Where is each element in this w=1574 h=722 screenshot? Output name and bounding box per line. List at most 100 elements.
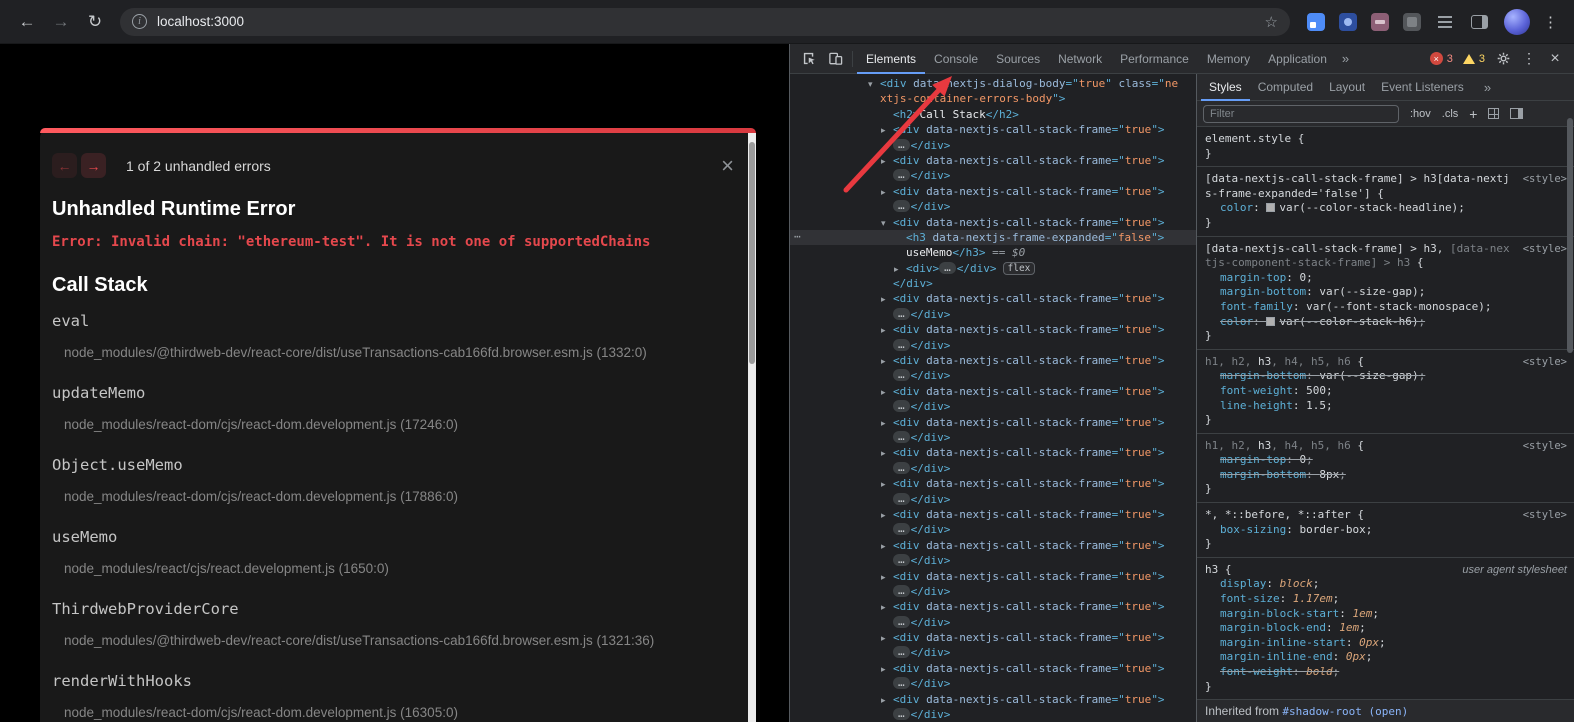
settings-gear-icon[interactable] [1490, 46, 1516, 72]
expand-inline-icon[interactable]: … [893, 431, 910, 443]
dom-tree-line[interactable]: ▾<div data-nextjs-call-stack-frame="true… [790, 215, 1196, 230]
rule-origin-link[interactable]: <style> [1523, 508, 1567, 523]
extension-icon-4[interactable] [1403, 13, 1421, 31]
style-property[interactable]: font-weight: bold; [1205, 665, 1566, 680]
new-style-rule-icon[interactable]: + [1469, 106, 1477, 122]
style-property[interactable]: margin-bottom: var(--size-gap); [1205, 285, 1566, 300]
expand-inline-icon[interactable]: … [893, 462, 910, 474]
sidebar-tab-computed[interactable]: Computed [1250, 74, 1321, 101]
dom-tree-line[interactable]: </div> [790, 276, 1196, 291]
dom-tree-line[interactable]: …</div> [790, 368, 1196, 383]
style-property[interactable]: font-weight: 500; [1205, 384, 1566, 399]
dom-tree-line[interactable]: ▾<div data-nextjs-dialog-body="true" cla… [790, 76, 1196, 91]
devtools-close-icon[interactable]: × [1542, 46, 1568, 72]
styles-scrollbar-thumb[interactable] [1567, 118, 1573, 353]
dom-tree-line[interactable]: …</div> [790, 676, 1196, 691]
rule-selector[interactable]: h1, h2, h3, h4, h5, h6 { [1205, 439, 1566, 454]
computed-panel-toggle-icon[interactable] [1510, 108, 1523, 119]
reload-button[interactable]: ↻ [78, 5, 112, 39]
expand-inline-icon[interactable]: … [893, 369, 910, 381]
error-badge[interactable]: × 3 [1430, 52, 1453, 65]
dom-tree-line[interactable]: …</div> [790, 584, 1196, 599]
expand-caret-icon[interactable]: ▸ [881, 386, 893, 401]
devtools-tab-memory[interactable]: Memory [1198, 44, 1259, 74]
dom-tree-line[interactable]: …</div> [790, 138, 1196, 153]
style-property[interactable]: color: var(--color-stack-h6); [1205, 315, 1566, 330]
previous-error-button[interactable]: ← [52, 153, 77, 178]
device-toolbar-icon[interactable] [822, 46, 848, 72]
style-property[interactable]: line-height: 1.5; [1205, 399, 1566, 414]
expand-inline-icon[interactable]: … [893, 708, 910, 720]
expand-inline-icon[interactable]: … [893, 339, 910, 351]
expand-caret-icon[interactable]: ▸ [881, 324, 893, 339]
dom-tree-line[interactable]: ▸<div data-nextjs-call-stack-frame="true… [790, 322, 1196, 337]
expand-inline-icon[interactable]: … [893, 585, 910, 597]
expand-inline-icon[interactable]: … [939, 262, 956, 274]
sidebar-more-tabs-icon[interactable]: » [1478, 80, 1497, 95]
dom-tree-line[interactable]: …</div> [790, 553, 1196, 568]
dom-tree-line[interactable]: …</div> [790, 338, 1196, 353]
dom-tree-line[interactable]: <h2>Call Stack</h2> [790, 107, 1196, 122]
dom-tree-line[interactable]: …</div> [790, 707, 1196, 722]
style-property[interactable]: margin-block-end: 1em; [1205, 621, 1566, 636]
warning-badge[interactable]: 3 [1463, 53, 1485, 65]
devtools-menu-icon[interactable]: ⋮ [1516, 46, 1542, 72]
dom-tree-line[interactable]: ▸<div data-nextjs-call-stack-frame="true… [790, 630, 1196, 645]
dom-tree-line[interactable]: …</div> [790, 492, 1196, 507]
style-property[interactable]: margin-block-start: 1em; [1205, 607, 1566, 622]
dom-tree-line[interactable]: ▸<div data-nextjs-call-stack-frame="true… [790, 122, 1196, 137]
dom-tree-line[interactable]: ▸<div>…</div>flex [790, 261, 1196, 276]
dom-tree-line[interactable]: …</div> [790, 615, 1196, 630]
expand-caret-icon[interactable]: ▸ [881, 632, 893, 647]
browser-menu-icon[interactable]: ⋮ [1543, 13, 1558, 31]
sidebar-tab-styles[interactable]: Styles [1201, 74, 1250, 101]
expand-caret-icon[interactable]: ▸ [881, 186, 893, 201]
inspect-element-icon[interactable] [796, 46, 822, 72]
site-info-icon[interactable]: i [132, 14, 147, 29]
color-swatch[interactable] [1266, 203, 1275, 212]
expand-caret-icon[interactable]: ▸ [881, 478, 893, 493]
dom-tree-line[interactable]: <h3 data-nextjs-frame-expanded="false"> [790, 230, 1196, 245]
expand-caret-icon[interactable]: ▸ [881, 417, 893, 432]
devtools-tab-elements[interactable]: Elements [857, 44, 925, 74]
extension-icon-3[interactable] [1371, 13, 1389, 31]
rule-origin-link[interactable]: user agent stylesheet [1462, 563, 1567, 578]
node-menu-icon[interactable]: ⋯ [794, 230, 802, 243]
dom-tree-line[interactable]: …</div> [790, 399, 1196, 414]
shadow-root-link[interactable]: #shadow-root (open) [1282, 705, 1408, 718]
next-error-button[interactable]: → [81, 153, 106, 178]
sidebar-tab-event-listeners[interactable]: Event Listeners [1373, 74, 1472, 101]
rule-selector[interactable]: h1, h2, h3, h4, h5, h6 { [1205, 355, 1566, 370]
style-property[interactable]: margin-inline-end: 0px; [1205, 650, 1566, 665]
overlay-scrollbar-thumb[interactable] [749, 142, 755, 364]
expand-caret-icon[interactable]: ▸ [881, 447, 893, 462]
rule-selector[interactable]: [data-nextjs-call-stack-frame] > h3[data… [1205, 172, 1566, 201]
element-classes-button[interactable]: .cls [1442, 108, 1459, 120]
overlay-scrollbar[interactable] [748, 133, 756, 722]
expand-inline-icon[interactable]: … [893, 308, 910, 320]
dom-tree-line[interactable]: ▸<div data-nextjs-call-stack-frame="true… [790, 507, 1196, 522]
close-overlay-icon[interactable]: × [721, 155, 734, 177]
color-swatch[interactable] [1266, 317, 1275, 326]
sidebar-tab-layout[interactable]: Layout [1321, 74, 1373, 101]
dom-tree-line[interactable]: …</div> [790, 645, 1196, 660]
expand-inline-icon[interactable]: … [893, 554, 910, 566]
extension-icon-2[interactable] [1339, 13, 1357, 31]
expand-caret-icon[interactable]: ▸ [881, 509, 893, 524]
more-panels-icon[interactable]: » [1336, 51, 1355, 66]
expand-inline-icon[interactable]: … [893, 523, 910, 535]
expand-caret-icon[interactable]: ▸ [881, 601, 893, 616]
devtools-tab-network[interactable]: Network [1049, 44, 1111, 74]
style-property[interactable]: color: var(--color-stack-headline); [1205, 201, 1566, 216]
devtools-tab-sources[interactable]: Sources [987, 44, 1049, 74]
dom-tree-line[interactable]: ▸<div data-nextjs-call-stack-frame="true… [790, 692, 1196, 707]
expand-inline-icon[interactable]: … [893, 493, 910, 505]
dom-tree-line[interactable]: ▸<div data-nextjs-call-stack-frame="true… [790, 153, 1196, 168]
dom-tree-line[interactable]: ▸<div data-nextjs-call-stack-frame="true… [790, 661, 1196, 676]
reading-list-icon[interactable] [1438, 21, 1452, 23]
profile-avatar[interactable] [1504, 9, 1530, 35]
devtools-tab-console[interactable]: Console [925, 44, 987, 74]
style-property[interactable]: box-sizing: border-box; [1205, 523, 1566, 538]
bookmark-star-icon[interactable]: ☆ [1265, 13, 1278, 31]
expand-caret-icon[interactable]: ▸ [881, 355, 893, 370]
